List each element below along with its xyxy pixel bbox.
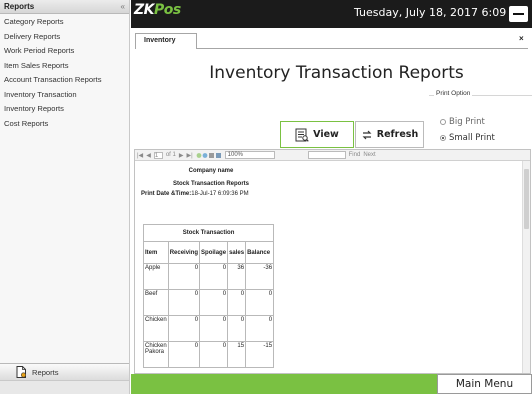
cell-receiving: 0 bbox=[167, 289, 201, 316]
cell-balance: 0 bbox=[245, 315, 275, 342]
sidebar-item-inventory-reports[interactable]: Inventory Reports bbox=[0, 102, 129, 117]
refresh-button-label: Refresh bbox=[376, 129, 419, 140]
cell-spoilage: 0 bbox=[199, 341, 229, 368]
brand-logo-zk: ZK bbox=[134, 2, 155, 18]
cell-item: Chicken Pakora bbox=[143, 341, 169, 368]
report-company-name: Company name bbox=[188, 168, 234, 174]
sidebar-item-category-reports[interactable]: Category Reports bbox=[0, 15, 129, 30]
page-title: Inventory Transaction Reports bbox=[209, 63, 464, 83]
refresh-icon bbox=[362, 130, 372, 139]
column-header-receiving: Receiving bbox=[167, 241, 201, 264]
column-header-spoilage: Spoilage bbox=[199, 241, 229, 264]
radio-big-print[interactable]: Big Print bbox=[440, 117, 485, 127]
report-print-date-label: Print Date &Time: bbox=[141, 191, 192, 197]
sidebar-item-inventory-transaction[interactable]: Inventory Transaction bbox=[0, 88, 129, 103]
cell-sales: 0 bbox=[227, 315, 247, 342]
date-time: Tuesday, July 18, 2017 6:09 bbox=[354, 6, 507, 19]
cell-balance: 0 bbox=[245, 289, 275, 316]
table-row: Beef 0 0 0 0 bbox=[143, 289, 275, 316]
find-next-button[interactable]: Next bbox=[363, 152, 375, 158]
cell-item: Chicken bbox=[143, 315, 169, 342]
sidebar-item-cost-reports[interactable]: Cost Reports bbox=[0, 117, 129, 132]
sidebar-item-item-sales-reports[interactable]: Item Sales Reports bbox=[0, 59, 129, 74]
sidebar-item-work-period-reports[interactable]: Work Period Reports bbox=[0, 44, 129, 59]
column-header-sales: sales bbox=[227, 241, 247, 264]
sidebar: Reports « Category Reports Delivery Repo… bbox=[0, 0, 130, 394]
table-caption-row: Stock Transaction bbox=[142, 224, 275, 242]
zoom-select[interactable]: 100% bbox=[224, 151, 275, 159]
report-document-icon bbox=[16, 366, 27, 378]
find-input[interactable] bbox=[307, 151, 346, 159]
radio-small-print[interactable]: Small Print bbox=[440, 133, 495, 143]
report-scrollbar[interactable] bbox=[522, 161, 530, 373]
sidebar-header: Reports « bbox=[0, 0, 129, 14]
report-print-date-value: 18-Jul-17 6:09:36 PM bbox=[191, 191, 249, 197]
main-content: Inventory × Inventory Transaction Report… bbox=[131, 28, 532, 374]
view-button[interactable]: View bbox=[280, 121, 354, 148]
cell-receiving: 0 bbox=[167, 263, 201, 290]
sidebar-reports-label: Reports bbox=[32, 367, 59, 377]
cell-spoilage: 0 bbox=[199, 263, 229, 290]
cell-sales: 15 bbox=[227, 341, 247, 368]
last-page-icon[interactable]: ▶| bbox=[186, 152, 192, 159]
cell-item: Apple bbox=[143, 263, 169, 290]
column-header-item: Item bbox=[143, 241, 169, 264]
cell-spoilage: 0 bbox=[199, 315, 229, 342]
report-title: Stock Transaction Reports bbox=[172, 181, 250, 187]
report-viewer: |◀ ◀ 1 of 1 ▶ ▶| 100% Find Next Company … bbox=[134, 149, 531, 374]
sidebar-reports-button[interactable]: Reports bbox=[0, 363, 129, 380]
report-view-icon bbox=[295, 128, 309, 142]
radio-small-print-dot bbox=[440, 135, 446, 141]
cell-sales: 0 bbox=[227, 289, 247, 316]
table-header-row: Item Receiving Spoilage sales Balance bbox=[143, 241, 275, 264]
view-button-label: View bbox=[313, 129, 339, 140]
cell-spoilage: 0 bbox=[199, 289, 229, 316]
refresh-button[interactable]: Refresh bbox=[355, 121, 424, 148]
cell-receiving: 0 bbox=[167, 341, 201, 368]
tab-strip-divider bbox=[197, 48, 528, 49]
print-option-group: Print Option Big Print Small Print bbox=[429, 90, 532, 147]
page-count: of 1 bbox=[165, 152, 176, 158]
table-row: Chicken 0 0 0 0 bbox=[143, 315, 275, 342]
report-page: Company name Stock Transaction Reports P… bbox=[141, 168, 281, 197]
sidebar-title: Reports bbox=[4, 2, 35, 11]
report-print-date: Print Date &Time:18-Jul-17 6:09:36 PM bbox=[141, 191, 281, 197]
minimize-button[interactable] bbox=[509, 6, 528, 22]
table-row: Apple 0 0 36 -36 bbox=[143, 263, 275, 290]
table-caption: Stock Transaction bbox=[142, 224, 275, 242]
stock-transaction-table: Stock Transaction Item Receiving Spoilag… bbox=[142, 224, 275, 368]
sidebar-item-delivery-reports[interactable]: Delivery Reports bbox=[0, 30, 129, 45]
print-option-legend: Print Option bbox=[434, 90, 473, 97]
cell-sales: 36 bbox=[227, 263, 247, 290]
brand-logo-pos: Pos bbox=[154, 2, 181, 18]
radio-big-print-dot bbox=[440, 119, 446, 125]
find-button[interactable]: Find bbox=[349, 152, 361, 158]
radio-small-print-label: Small Print bbox=[449, 133, 495, 143]
radio-big-print-label: Big Print bbox=[449, 117, 485, 127]
report-scrollbar-thumb[interactable] bbox=[524, 169, 529, 229]
tab-inventory[interactable]: Inventory bbox=[135, 33, 197, 49]
collapse-icon[interactable]: « bbox=[121, 2, 125, 11]
table-row: Chicken Pakora 0 0 15 -15 bbox=[143, 341, 275, 368]
column-header-balance: Balance bbox=[245, 241, 275, 264]
page-number-input[interactable]: 1 bbox=[153, 151, 163, 159]
brand-logo: ZKPos bbox=[134, 2, 181, 18]
close-icon[interactable]: × bbox=[519, 34, 524, 43]
bottom-bar: Main Menu bbox=[131, 374, 532, 394]
sidebar-footer bbox=[0, 380, 129, 394]
cell-balance: -15 bbox=[245, 341, 275, 368]
first-page-icon[interactable]: |◀ bbox=[137, 152, 143, 159]
report-viewer-toolbar: |◀ ◀ 1 of 1 ▶ ▶| 100% Find Next bbox=[135, 150, 530, 161]
sidebar-menu: Category Reports Delivery Reports Work P… bbox=[0, 14, 129, 131]
next-page-icon[interactable]: ▶ bbox=[179, 152, 184, 159]
main-menu-button[interactable]: Main Menu bbox=[437, 374, 532, 394]
top-bar: ZKPos Tuesday, July 18, 2017 6:09 bbox=[131, 0, 532, 28]
prev-page-icon[interactable]: ◀ bbox=[146, 152, 151, 159]
export-icon[interactable] bbox=[196, 152, 222, 159]
cell-item: Beef bbox=[143, 289, 169, 316]
cell-balance: -36 bbox=[245, 263, 275, 290]
cell-receiving: 0 bbox=[167, 315, 201, 342]
sidebar-item-account-transaction-reports[interactable]: Account Transaction Reports bbox=[0, 73, 129, 88]
